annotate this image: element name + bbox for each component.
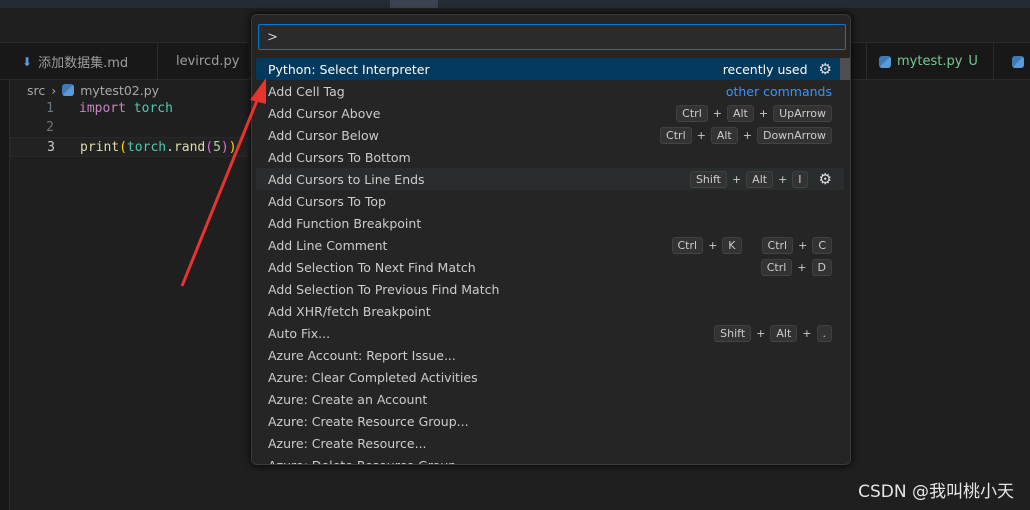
watermark: CSDN @我叫桃小天 (858, 482, 1014, 502)
arrow-head (250, 78, 266, 104)
arrow-shaft (180, 97, 260, 287)
annotation-arrow (180, 78, 266, 287)
